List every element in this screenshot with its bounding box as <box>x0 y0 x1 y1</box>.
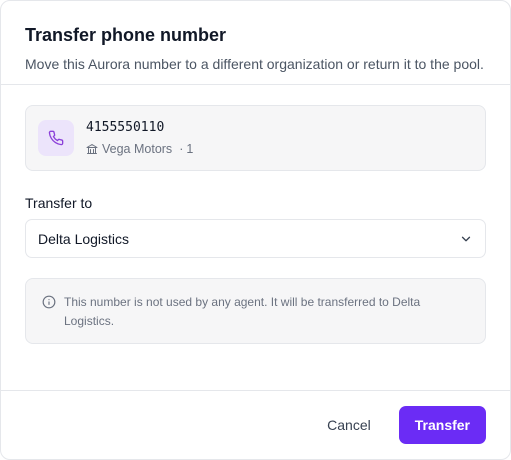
transfer-button[interactable]: Transfer <box>398 406 486 444</box>
phone-number: 4155550110 <box>86 120 165 135</box>
dialog-footer: Cancel Transfer <box>1 390 510 459</box>
cancel-button[interactable]: Cancel <box>313 407 385 443</box>
phone-badge <box>38 120 74 156</box>
separator-dot: · <box>179 142 184 156</box>
transfer-notice: This number is not used by any agent. It… <box>25 278 486 344</box>
dialog-subtitle: Move this Aurora number to a different o… <box>25 56 484 72</box>
organization-row: Vega Motors · 1 <box>86 142 193 156</box>
chevron-down-icon <box>459 232 473 246</box>
number-info: 4155550110 Vega Motors · 1 <box>86 120 193 156</box>
phone-icon <box>48 130 64 146</box>
transfer-dialog: Transfer phone number Move this Aurora n… <box>0 0 511 460</box>
transfer-to-select[interactable]: Delta Logistics <box>25 219 486 258</box>
dialog-title: Transfer phone number <box>25 25 227 45</box>
number-count: 1 <box>186 142 194 156</box>
dialog-body: 4155550110 Vega Motors · 1 Transfer to D… <box>1 85 510 344</box>
info-icon <box>42 295 56 309</box>
phone-number-card: 4155550110 Vega Motors · 1 <box>25 105 486 171</box>
building-icon <box>86 143 98 155</box>
transfer-to-label: Transfer to <box>25 195 93 211</box>
organization-name: Vega Motors <box>102 142 173 156</box>
dialog-header: Transfer phone number Move this Aurora n… <box>1 1 510 85</box>
notice-text: This number is not used by any agent. It… <box>64 295 421 328</box>
selected-organization: Delta Logistics <box>38 230 130 247</box>
